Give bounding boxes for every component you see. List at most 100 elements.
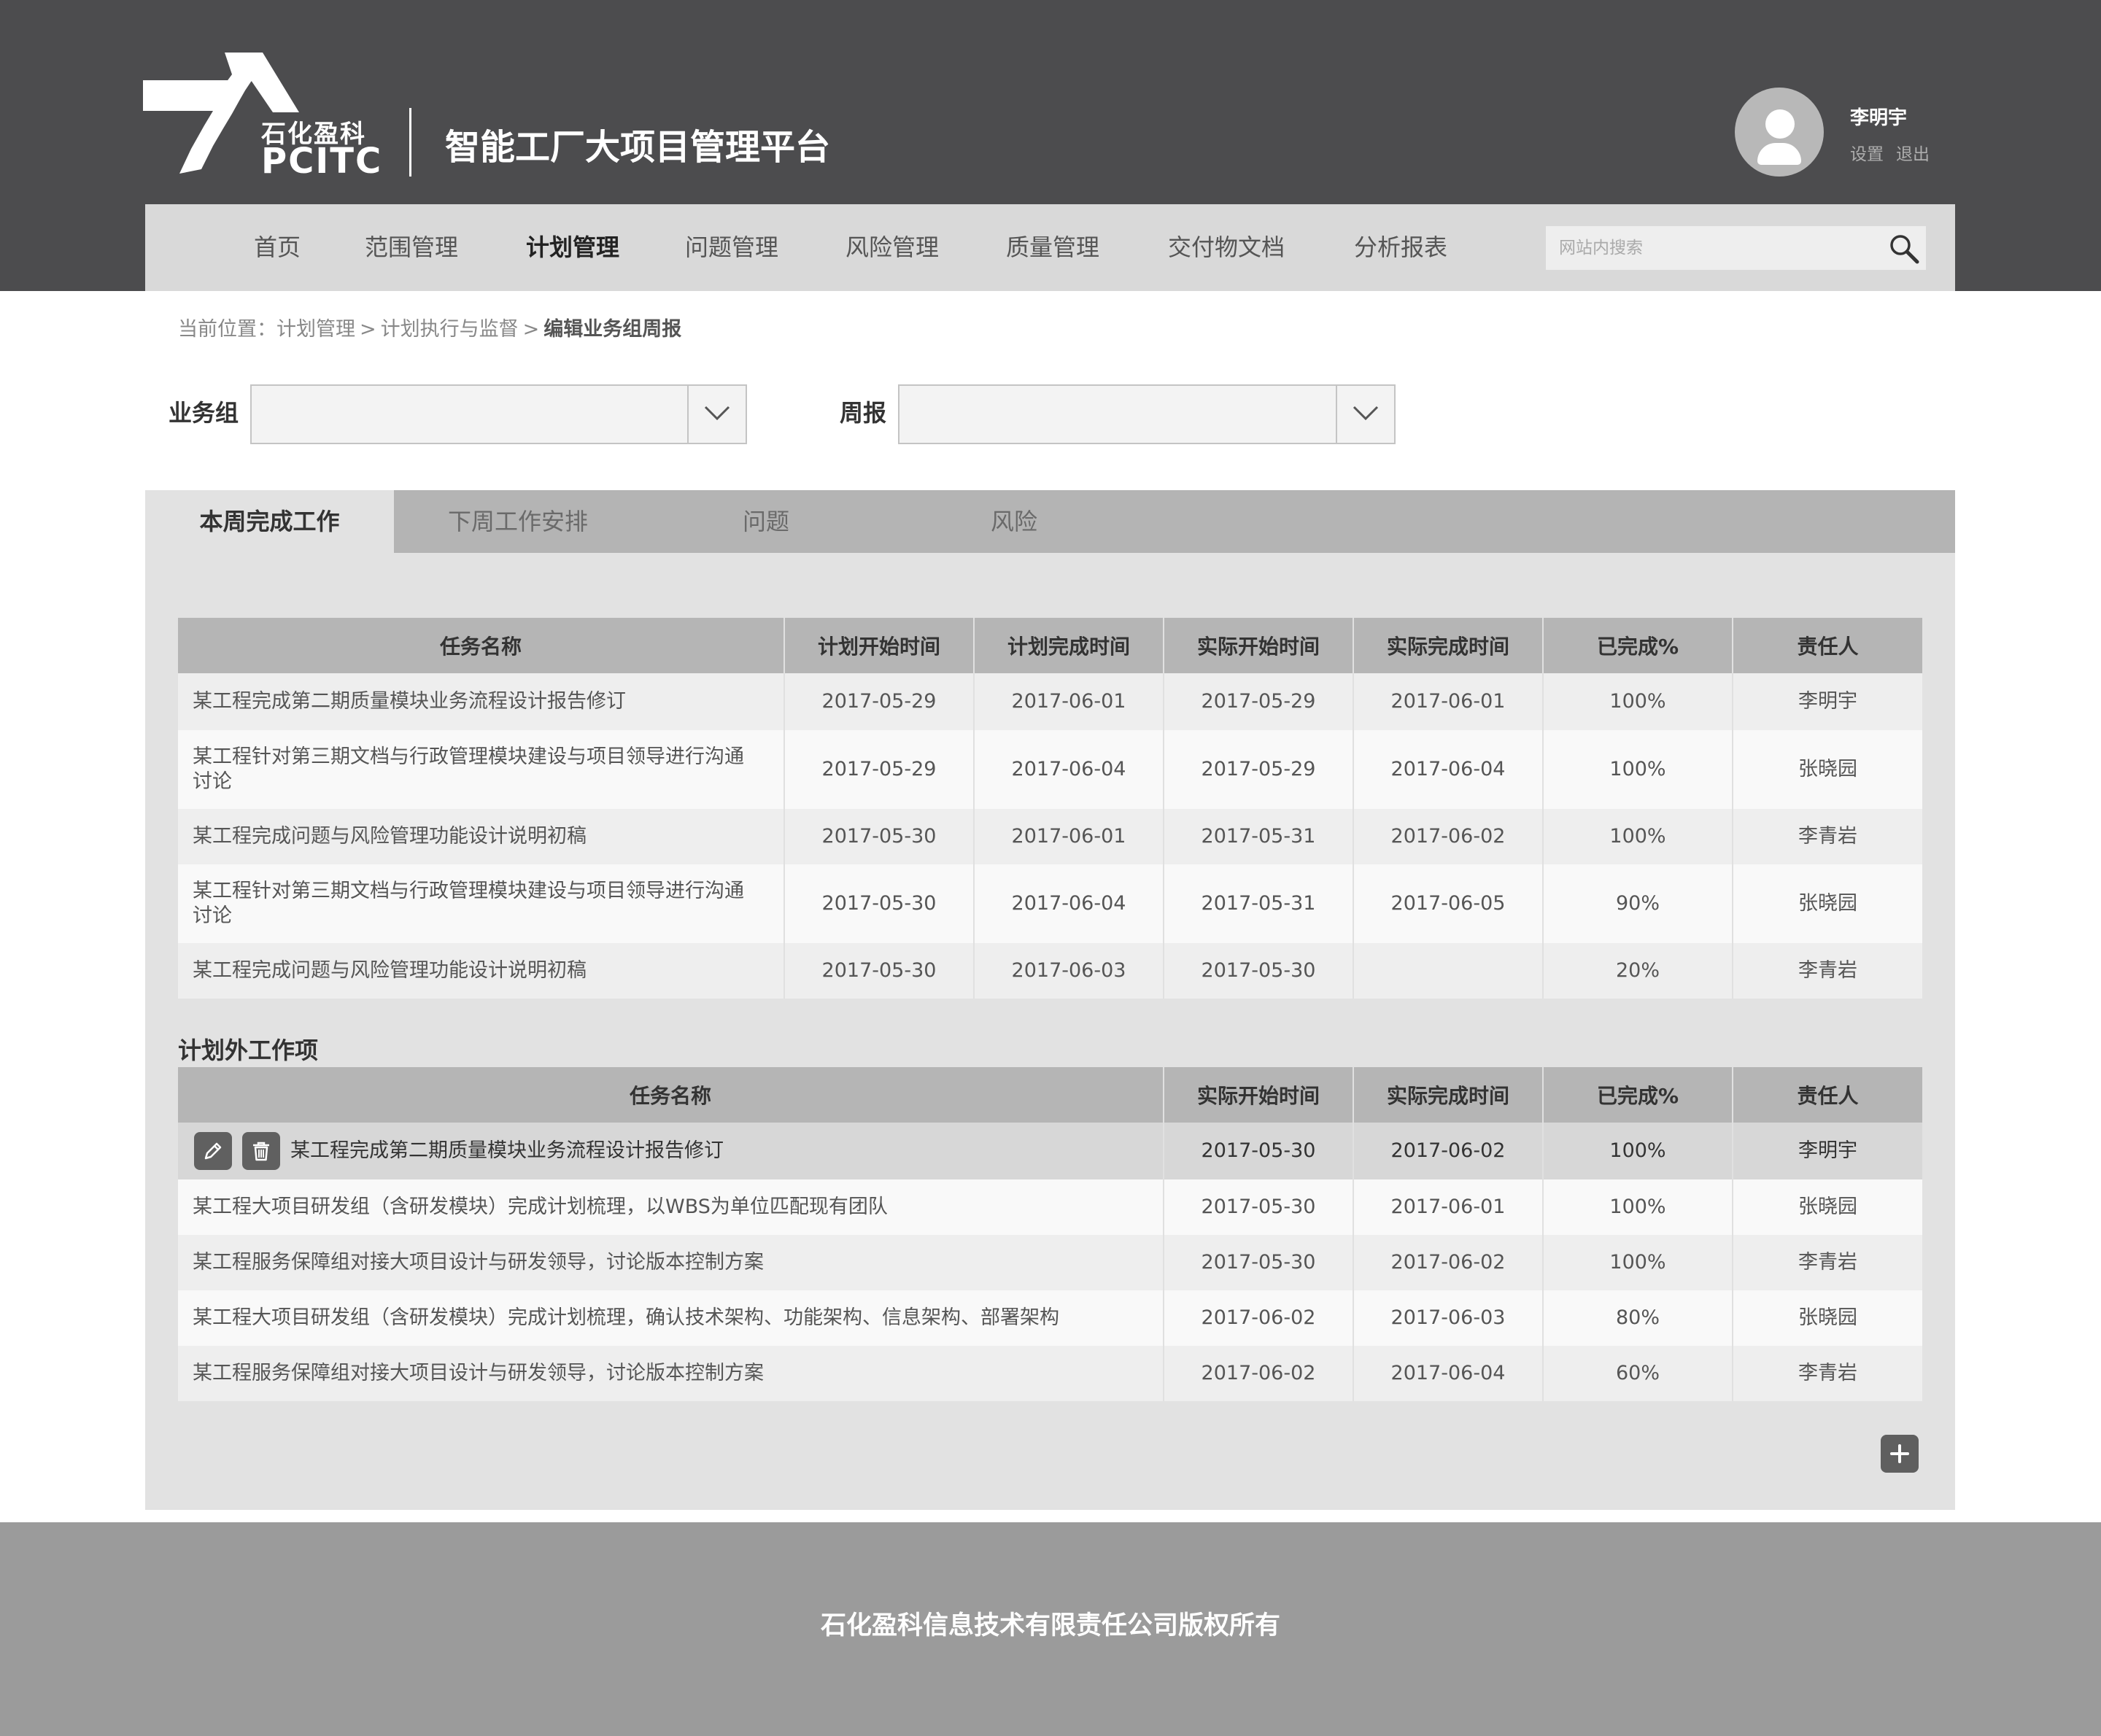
logo-text-en: PCITC [261, 141, 383, 182]
actual-start-cell: 2017-05-31 [1164, 864, 1354, 943]
column-header: 责任人 [1733, 618, 1922, 673]
task-name-cell: 某工程完成第二期质量模块业务流程设计报告修订 [178, 1123, 1164, 1179]
plan-start-cell: 2017-05-30 [784, 864, 975, 943]
add-row-button[interactable] [1881, 1435, 1919, 1473]
task-name-cell: 某工程大项目研发组（含研发模块）完成计划梳理，确认技术架构、功能架构、信息架构、… [178, 1290, 1164, 1346]
user-avatar[interactable] [1735, 88, 1824, 177]
logo-divider [409, 108, 411, 177]
table-row[interactable]: 某工程大项目研发组（含研发模块）完成计划梳理，确认技术架构、功能架构、信息架构、… [178, 1290, 1922, 1346]
weekly-filter-label: 周报 [840, 399, 887, 427]
actual-start-cell: 2017-05-30 [1164, 943, 1354, 999]
actual-start-cell: 2017-05-30 [1164, 1123, 1354, 1179]
settings-link[interactable]: 设置 [1850, 144, 1884, 165]
table-header-row: 任务名称 计划开始时间 计划完成时间 实际开始时间 实际完成时间 已完成% 责任… [178, 618, 1922, 673]
table-row-selected[interactable]: 某工程完成第二期质量模块业务流程设计报告修订 2017-05-30 2017-0… [178, 1123, 1922, 1179]
breadcrumb-link-execution[interactable]: 计划执行与监督 [381, 318, 519, 341]
actual-end-cell: 2017-06-01 [1353, 673, 1544, 730]
owner-cell: 张晓园 [1733, 730, 1922, 809]
owner-cell: 李青岩 [1733, 809, 1922, 864]
column-header: 责任人 [1733, 1067, 1922, 1123]
weekly-select[interactable] [898, 384, 1396, 444]
logout-link[interactable]: 退出 [1896, 144, 1930, 165]
task-name-cell: 某工程完成问题与风险管理功能设计说明初稿 [178, 809, 785, 864]
column-header: 实际开始时间 [1164, 1067, 1354, 1123]
nav-item-reports[interactable]: 分析报表 [1354, 204, 1447, 291]
table-row[interactable]: 某工程针对第三期文档与行政管理模块建设与项目领导进行沟通讨论 2017-05-3… [178, 864, 1922, 943]
actual-end-cell: 2017-06-02 [1353, 809, 1544, 864]
tab-risks[interactable]: 风险 [890, 490, 1138, 553]
plan-end-cell: 2017-06-04 [974, 864, 1164, 943]
table-row[interactable]: 某工程完成问题与风险管理功能设计说明初稿 2017-05-30 2017-06-… [178, 943, 1922, 999]
table-row[interactable]: 某工程服务保障组对接大项目设计与研发领导，讨论版本控制方案 2017-05-30… [178, 1235, 1922, 1290]
nav-item-risk[interactable]: 风险管理 [846, 204, 939, 291]
owner-cell: 李明宇 [1733, 673, 1922, 730]
group-select[interactable] [250, 384, 747, 444]
column-header: 实际完成时间 [1353, 618, 1544, 673]
column-header: 任务名称 [178, 1067, 1164, 1123]
breadcrumb-current: 编辑业务组周报 [543, 318, 682, 341]
table-row[interactable]: 某工程服务保障组对接大项目设计与研发领导，讨论版本控制方案 2017-06-02… [178, 1346, 1922, 1401]
column-header: 实际完成时间 [1353, 1067, 1544, 1123]
task-name-cell: 某工程完成问题与风险管理功能设计说明初稿 [178, 943, 785, 999]
column-header: 实际开始时间 [1164, 618, 1354, 673]
task-name-cell: 某工程针对第三期文档与行政管理模块建设与项目领导进行沟通讨论 [178, 864, 785, 943]
actual-start-cell: 2017-05-29 [1164, 673, 1354, 730]
actual-start-cell: 2017-06-02 [1164, 1346, 1354, 1401]
actual-end-cell: 2017-06-04 [1353, 730, 1544, 809]
owner-cell: 张晓园 [1733, 864, 1922, 943]
actual-start-cell: 2017-05-30 [1164, 1179, 1354, 1235]
user-name: 李明宇 [1850, 107, 1908, 129]
actual-end-cell: 2017-06-02 [1353, 1123, 1544, 1179]
actual-start-cell: 2017-05-31 [1164, 809, 1354, 864]
task-name-cell: 某工程大项目研发组（含研发模块）完成计划梳理，以WBS为单位匹配现有团队 [178, 1179, 1164, 1235]
plan-start-cell: 2017-05-29 [784, 673, 975, 730]
plus-icon [1890, 1444, 1909, 1463]
breadcrumb-prefix: 当前位置： [178, 318, 276, 341]
breadcrumb-link-plan[interactable]: 计划管理 [276, 318, 355, 341]
search-input[interactable] [1546, 226, 1880, 270]
nav-item-quality[interactable]: 质量管理 [1006, 204, 1099, 291]
chevron-down-icon [1353, 406, 1379, 421]
task-name-cell: 某工程服务保障组对接大项目设计与研发领导，讨论版本控制方案 [178, 1235, 1164, 1290]
column-header: 计划开始时间 [784, 618, 975, 673]
progress-cell: 60% [1543, 1346, 1733, 1401]
table-header-row: 任务名称 实际开始时间 实际完成时间 已完成% 责任人 [178, 1067, 1922, 1123]
actual-end-cell: 2017-06-05 [1353, 864, 1544, 943]
nav-item-deliverables[interactable]: 交付物文档 [1168, 204, 1285, 291]
table-row[interactable]: 某工程完成问题与风险管理功能设计说明初稿 2017-05-30 2017-06-… [178, 809, 1922, 864]
nav-item-scope[interactable]: 范围管理 [365, 204, 458, 291]
tab-next-week[interactable]: 下周工作安排 [394, 490, 642, 553]
progress-cell: 100% [1543, 809, 1733, 864]
owner-cell: 张晓园 [1733, 1179, 1922, 1235]
progress-cell: 100% [1543, 673, 1733, 730]
weekly-select-dropdown[interactable] [1336, 386, 1394, 443]
progress-cell: 80% [1543, 1290, 1733, 1346]
search-icon[interactable] [1889, 233, 1919, 264]
user-icon [1765, 109, 1795, 139]
nav-item-plan[interactable]: 计划管理 [526, 204, 619, 291]
user-icon-body [1757, 143, 1801, 165]
column-header: 已完成% [1543, 1067, 1733, 1123]
nav-item-issue[interactable]: 问题管理 [685, 204, 778, 291]
task-name-cell: 某工程服务保障组对接大项目设计与研发领导，讨论版本控制方案 [178, 1346, 1164, 1401]
nav-item-home[interactable]: 首页 [254, 204, 301, 291]
column-header: 已完成% [1543, 618, 1733, 673]
actual-end-cell: 2017-06-04 [1353, 1346, 1544, 1401]
column-header: 任务名称 [178, 618, 785, 673]
delete-button[interactable] [242, 1132, 280, 1170]
owner-cell: 李青岩 [1733, 1346, 1922, 1401]
tab-this-week[interactable]: 本周完成工作 [145, 490, 394, 553]
group-select-dropdown[interactable] [687, 386, 746, 443]
table-row[interactable]: 某工程大项目研发组（含研发模块）完成计划梳理，以WBS为单位匹配现有团队 201… [178, 1179, 1922, 1235]
owner-cell: 李明宇 [1733, 1123, 1922, 1179]
owner-cell: 李青岩 [1733, 1235, 1922, 1290]
breadcrumb-separator: > [522, 318, 540, 341]
task-name-cell: 某工程针对第三期文档与行政管理模块建设与项目领导进行沟通讨论 [178, 730, 785, 809]
tab-issues[interactable]: 问题 [642, 490, 890, 553]
progress-cell: 100% [1543, 1235, 1733, 1290]
pencil-icon [204, 1142, 222, 1160]
actual-start-cell: 2017-05-30 [1164, 1235, 1354, 1290]
table-row[interactable]: 某工程针对第三期文档与行政管理模块建设与项目领导进行沟通讨论 2017-05-2… [178, 730, 1922, 809]
table-row[interactable]: 某工程完成第二期质量模块业务流程设计报告修订 2017-05-29 2017-0… [178, 673, 1922, 730]
edit-button[interactable] [194, 1132, 232, 1170]
